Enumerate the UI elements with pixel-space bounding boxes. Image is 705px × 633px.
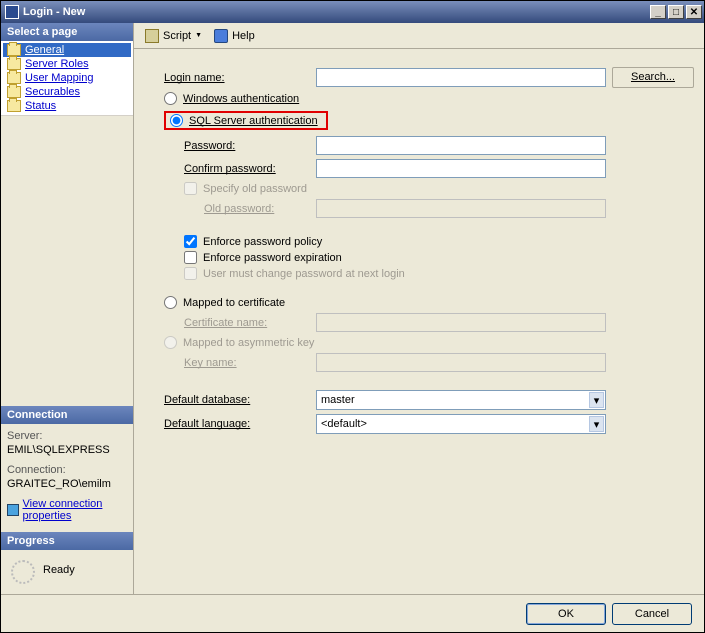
page-icon (7, 58, 21, 70)
chevron-down-icon: ▾ (589, 416, 604, 432)
page-item-user-mapping[interactable]: User Mapping (3, 71, 131, 85)
enforce-policy-check[interactable]: Enforce password policy (184, 235, 694, 248)
connection-header: Connection (1, 406, 133, 424)
must-change-check: User must change password at next login (184, 267, 694, 280)
windows-auth-radio[interactable]: Windows authentication (164, 92, 694, 105)
minimize-button[interactable]: _ (650, 5, 666, 19)
key-name-row: Key name: (156, 353, 694, 372)
must-change-label: User must change password at next login (203, 268, 405, 280)
left-spacer (1, 116, 133, 406)
form-area: Login name: Search... Windows authentica… (134, 49, 704, 594)
specify-old-label: Specify old password (203, 183, 307, 195)
chevron-down-icon: ▼ (195, 32, 202, 39)
connection-section: Server: EMIL\SQLEXPRESS Connection: GRAI… (1, 424, 133, 532)
server-label: Server: (7, 430, 127, 442)
page-list: General Server Roles User Mapping Secura… (1, 41, 133, 116)
page-link: User Mapping (25, 72, 93, 84)
right-panel: Script ▼ Help Login name: Search... Wind… (134, 23, 704, 594)
server-value: EMIL\SQLEXPRESS (7, 444, 127, 456)
default-lang-select[interactable]: <default> ▾ (316, 414, 606, 434)
search-button[interactable]: Search... (612, 67, 694, 88)
ok-button[interactable]: OK (526, 603, 606, 625)
help-button[interactable]: Help (209, 27, 260, 45)
page-item-server-roles[interactable]: Server Roles (3, 57, 131, 71)
login-name-row: Login name: Search... (156, 67, 694, 88)
script-icon (145, 29, 159, 43)
default-lang-value: <default> (321, 418, 367, 430)
enforce-policy-label: Enforce password policy (203, 236, 322, 248)
page-link: Securables (25, 86, 80, 98)
page-icon (7, 44, 21, 56)
cert-name-input (316, 313, 606, 332)
dialog-footer: OK Cancel (1, 594, 704, 632)
progress-header: Progress (1, 532, 133, 550)
script-button[interactable]: Script ▼ (140, 27, 207, 45)
default-db-value: master (321, 394, 355, 406)
page-link: General (25, 44, 64, 56)
enforce-expiration-label: Enforce password expiration (203, 252, 342, 264)
app-icon (5, 5, 19, 19)
connection-properties-icon (7, 504, 19, 516)
login-name-input[interactable] (316, 68, 606, 87)
view-connection-link: View connection properties (23, 498, 128, 522)
content-area: Select a page General Server Roles User … (1, 23, 704, 594)
password-input[interactable] (316, 136, 606, 155)
page-icon (7, 100, 21, 112)
login-name-label: Login name: (156, 72, 316, 84)
close-button[interactable]: ✕ (686, 5, 702, 19)
sql-auth-radio[interactable]: SQL Server authentication (164, 111, 694, 130)
page-item-general[interactable]: General (3, 43, 131, 57)
page-link: Server Roles (25, 58, 89, 70)
chevron-down-icon: ▾ (589, 392, 604, 408)
toolbar: Script ▼ Help (134, 23, 704, 49)
old-password-label: Old password: (204, 203, 274, 215)
connection-label: Connection: (7, 464, 127, 476)
enforce-expiration-check[interactable]: Enforce password expiration (184, 251, 694, 264)
progress-spinner-icon (11, 560, 35, 584)
mapped-cert-radio[interactable]: Mapped to certificate (164, 296, 694, 309)
left-panel: Select a page General Server Roles User … (1, 23, 134, 594)
windows-auth-label: Windows authentication (183, 93, 299, 105)
cancel-button[interactable]: Cancel (612, 603, 692, 625)
password-row: Password: (156, 136, 694, 155)
page-item-status[interactable]: Status (3, 99, 131, 113)
mapped-asym-radio: Mapped to asymmetric key (164, 336, 694, 349)
old-password-input (316, 199, 606, 218)
view-connection-properties[interactable]: View connection properties (7, 498, 127, 522)
confirm-password-input[interactable] (316, 159, 606, 178)
page-item-securables[interactable]: Securables (3, 85, 131, 99)
help-icon (214, 29, 228, 43)
default-db-row: Default database: master ▾ (156, 390, 694, 410)
progress-section: Ready (1, 550, 133, 594)
password-label: Password: (184, 140, 235, 152)
script-label: Script (163, 30, 191, 42)
default-lang-label: Default language: (164, 418, 250, 430)
default-db-label: Default database: (164, 394, 250, 406)
cert-name-row: Certificate name: (156, 313, 694, 332)
default-db-select[interactable]: master ▾ (316, 390, 606, 410)
progress-status: Ready (43, 556, 75, 576)
window-title: Login - New (23, 6, 648, 18)
cert-name-label: Certificate name: (184, 317, 267, 329)
page-icon (7, 86, 21, 98)
maximize-button[interactable]: □ (668, 5, 684, 19)
confirm-password-label: Confirm password: (184, 163, 276, 175)
key-name-label: Key name: (184, 357, 237, 369)
page-link: Status (25, 100, 56, 112)
key-name-input (316, 353, 606, 372)
select-page-header: Select a page (1, 23, 133, 41)
specify-old-password-check: Specify old password (184, 182, 694, 195)
mapped-cert-label: Mapped to certificate (183, 297, 285, 309)
page-icon (7, 72, 21, 84)
mapped-asym-label: Mapped to asymmetric key (183, 337, 314, 349)
help-label: Help (232, 30, 255, 42)
default-lang-row: Default language: <default> ▾ (156, 414, 694, 434)
title-bar[interactable]: Login - New _ □ ✕ (1, 1, 704, 23)
old-password-row: Old password: (156, 199, 694, 218)
sql-auth-label: SQL Server authentication (189, 115, 318, 127)
connection-value: GRAITEC_RO\emilm (7, 478, 127, 490)
confirm-password-row: Confirm password: (156, 159, 694, 178)
